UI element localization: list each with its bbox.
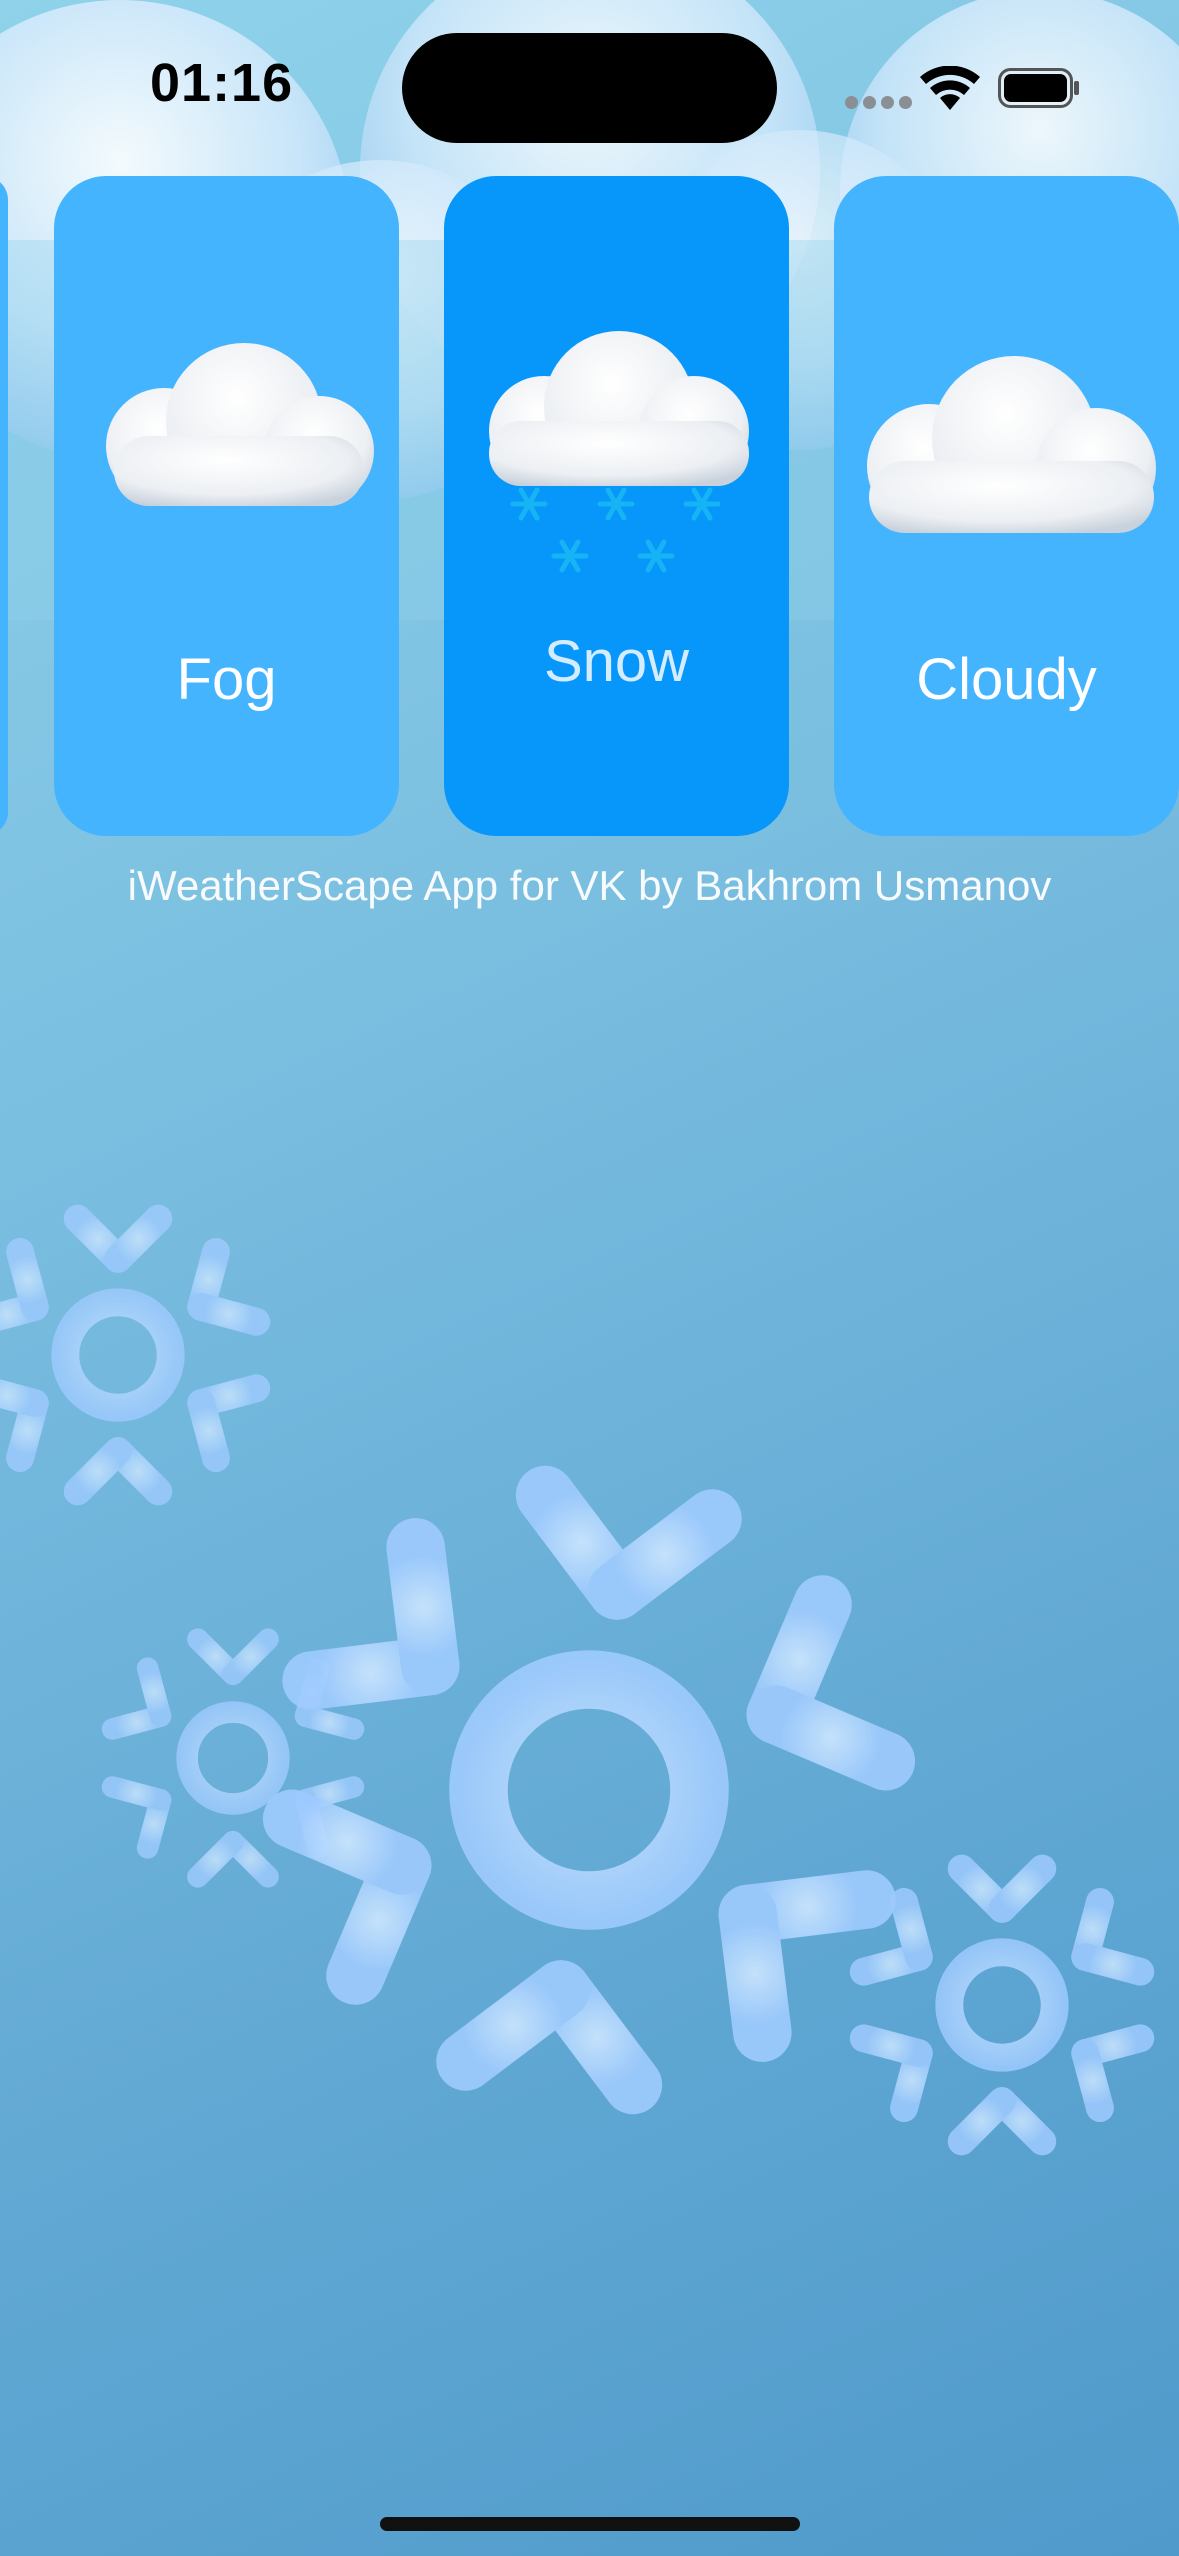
snowflake-decorations [0,0,1179,2556]
snowflake-icon [0,1200,272,1510]
home-indicator[interactable] [380,2517,800,2531]
snowflake-icon [848,1850,1157,2160]
